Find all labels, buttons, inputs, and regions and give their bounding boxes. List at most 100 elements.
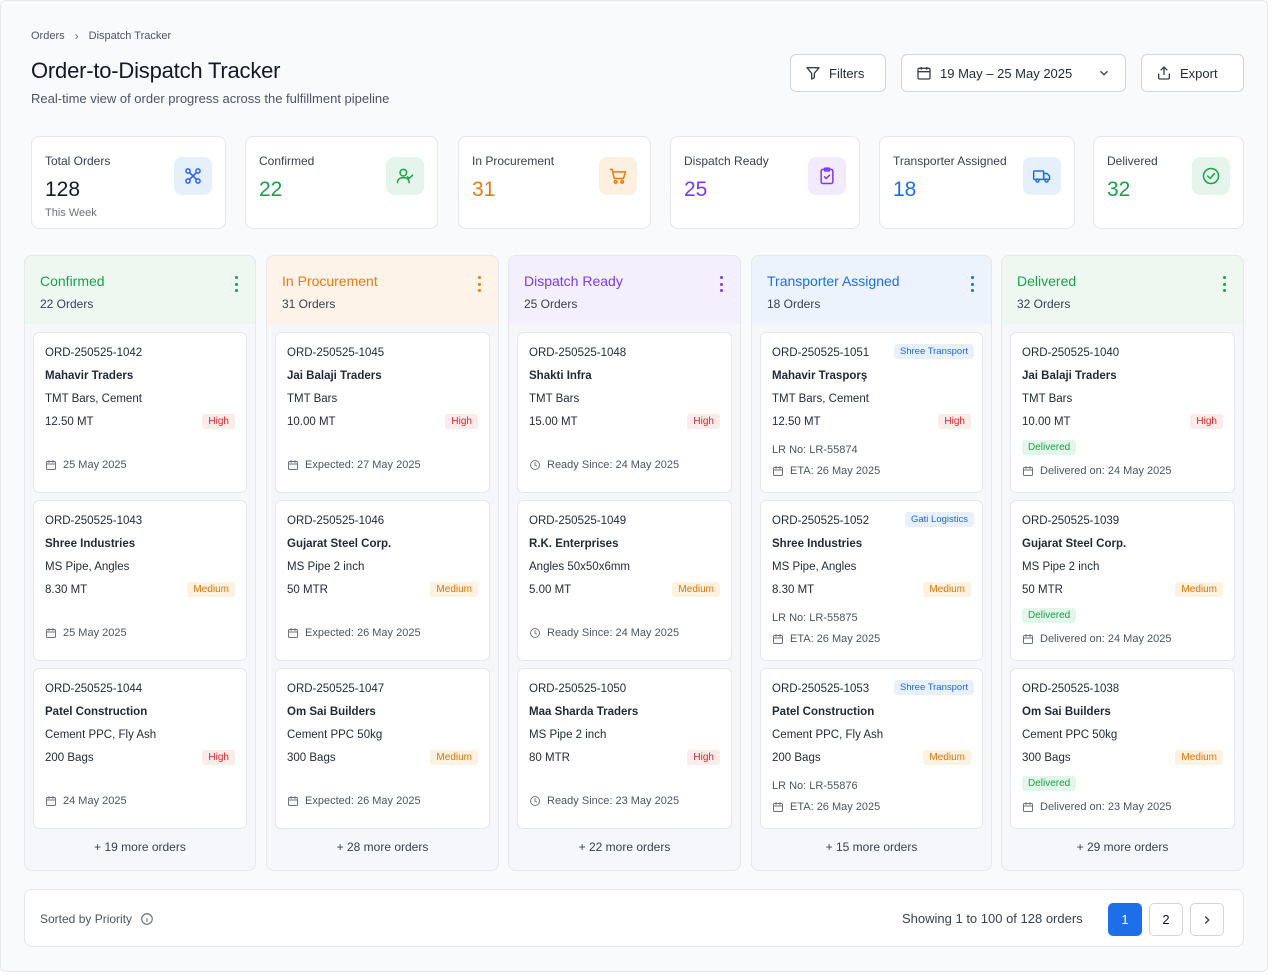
column-header: In Procurement 31 Orders xyxy=(267,256,498,324)
card-footer-text: Ready Since: 24 May 2025 xyxy=(547,627,680,639)
customer-name: Om Sai Builders xyxy=(287,706,376,718)
quantity: 8.30 MT xyxy=(772,584,815,596)
stat-value: 25 xyxy=(684,178,708,201)
card-footer-text: ETA: 26 May 2025 xyxy=(790,801,881,813)
more-orders-link[interactable]: + 15 more orders xyxy=(752,840,991,854)
stat-card-total-orders[interactable]: Total Orders 128 This Week xyxy=(31,136,226,229)
order-card[interactable]: ORD-250525-1053 Patel Construction Cement … xyxy=(760,668,983,829)
date-range-value: 19 May – 25 May 2025 xyxy=(940,65,1073,81)
more-vertical-icon[interactable] xyxy=(1221,276,1227,292)
priority-badge: High xyxy=(938,414,971,429)
product: MS Pipe 2 inch xyxy=(1022,561,1100,573)
stat-card-dispatch-ready[interactable]: Dispatch Ready 25 xyxy=(670,136,860,229)
column-title: Dispatch Ready xyxy=(524,273,623,289)
stat-label: Dispatch Ready xyxy=(684,154,769,168)
order-id: ORD-250525-1038 xyxy=(1022,683,1120,695)
card-footer: 25 May 2025 xyxy=(45,627,127,639)
stat-card-in-procurement[interactable]: In Procurement 31 xyxy=(458,136,651,229)
delivered-badge: Delivered xyxy=(1022,440,1077,455)
card-footer: Ready Since: 24 May 2025 xyxy=(529,627,679,639)
order-card[interactable]: ORD-250525-1045 Jai Balaji Traders TMT Bar… xyxy=(275,332,490,493)
card-footer-text: 24 May 2025 xyxy=(63,795,127,807)
order-card[interactable]: ORD-250525-1042 Mahavir Traders TMT Bars, … xyxy=(33,332,247,493)
export-label: Export xyxy=(1180,65,1218,81)
order-card[interactable]: ORD-250525-1043 Shree Industries MS Pipe, … xyxy=(33,500,247,661)
more-vertical-icon[interactable] xyxy=(233,276,239,292)
customer-name: Jai Balaji Traders xyxy=(1022,370,1117,382)
next-page-button[interactable] xyxy=(1190,903,1224,936)
export-button[interactable]: Export xyxy=(1141,54,1244,92)
card-footer: Delivered on: 24 May 2025 xyxy=(1022,633,1171,645)
chevron-down-icon xyxy=(1100,70,1108,76)
more-orders-link[interactable]: + 19 more orders xyxy=(25,840,255,854)
card-footer-text: ETA: 26 May 2025 xyxy=(790,465,881,477)
order-card[interactable]: ORD-250525-1039 Gujarat Steel Corp. MS Pip… xyxy=(1010,500,1235,661)
more-vertical-icon[interactable] xyxy=(476,276,482,292)
card-footer: Expected: 26 May 2025 xyxy=(287,627,421,639)
quantity: 80 MTR xyxy=(529,752,570,764)
more-orders-link[interactable]: + 29 more orders xyxy=(1002,840,1243,854)
order-card[interactable]: ORD-250525-1049 R.K. Enterprises Angles 50… xyxy=(517,500,732,661)
quantity: 50 MTR xyxy=(1022,584,1063,596)
card-footer: Expected: 26 May 2025 xyxy=(287,795,421,807)
product: Cement PPC 50kg xyxy=(1022,729,1118,741)
more-orders-link[interactable]: + 22 more orders xyxy=(509,840,740,854)
order-id: ORD-250525-1049 xyxy=(529,515,627,527)
order-card[interactable]: ORD-250525-1050 Maa Sharda Traders MS Pipe… xyxy=(517,668,732,829)
order-card[interactable]: ORD-250525-1038 Om Sai Builders Cement PPC… xyxy=(1010,668,1235,829)
priority-badge: Medium xyxy=(187,582,235,597)
order-card[interactable]: ORD-250525-1047 Om Sai Builders Cement PPC… xyxy=(275,668,490,829)
more-vertical-icon[interactable] xyxy=(969,276,975,292)
priority-badge: High xyxy=(687,414,720,429)
stat-card-delivered[interactable]: Delivered 32 xyxy=(1093,136,1244,229)
column-in-procurement: In Procurement 31 Orders ORD-250525-1045 Ja… xyxy=(266,255,499,871)
order-card[interactable]: ORD-250525-1051 Mahavir Trasporş TMT Bars,… xyxy=(760,332,983,493)
more-orders-link[interactable]: + 28 more orders xyxy=(267,840,498,854)
card-footer-text: ETA: 26 May 2025 xyxy=(790,633,881,645)
calendar-icon xyxy=(288,460,298,470)
stat-card-confirmed[interactable]: Confirmed 22 xyxy=(245,136,438,229)
page-2-button[interactable]: 2 xyxy=(1149,903,1183,936)
page-1-button[interactable]: 1 xyxy=(1108,903,1142,936)
filters-button[interactable]: Filters xyxy=(790,54,886,92)
customer-name: Shree Industries xyxy=(45,538,136,550)
stat-label: Total Orders xyxy=(45,154,111,168)
priority-badge: Medium xyxy=(1175,582,1223,597)
column-header: Confirmed 22 Orders xyxy=(25,256,255,324)
date-range-picker[interactable]: 19 May – 25 May 2025 xyxy=(901,54,1126,92)
export-icon xyxy=(1158,66,1170,80)
stat-card-transporter-assigned[interactable]: Transporter Assigned 18 xyxy=(879,136,1075,229)
column-count: 22 Orders xyxy=(40,297,94,311)
customer-name: Shree Industries xyxy=(772,538,863,550)
order-card[interactable]: ORD-250525-1048 Shakti Infra TMT Bars 15.00… xyxy=(517,332,732,493)
column-title: In Procurement xyxy=(282,273,378,289)
truck-icon xyxy=(1032,170,1051,183)
product: TMT Bars xyxy=(287,393,338,405)
quantity: 300 Bags xyxy=(1022,752,1071,764)
breadcrumb: Orders › Dispatch Tracker xyxy=(31,29,171,43)
order-id: ORD-250525-1039 xyxy=(1022,515,1120,527)
card-footer: Delivered on: 24 May 2025 xyxy=(1022,465,1171,477)
more-vertical-icon[interactable] xyxy=(718,276,724,292)
product: TMT Bars xyxy=(1022,393,1073,405)
info-icon[interactable] xyxy=(140,912,154,926)
priority-badge: Medium xyxy=(672,582,720,597)
stat-value: 31 xyxy=(472,178,496,201)
cart-icon xyxy=(609,168,627,184)
order-card[interactable]: ORD-250525-1046 Gujarat Steel Corp. MS Pip… xyxy=(275,500,490,661)
breadcrumb-orders[interactable]: Orders xyxy=(31,30,65,42)
pagination-bar: Sorted by Priority Showing 1 to 100 of 1… xyxy=(24,889,1244,947)
order-card[interactable]: ORD-250525-1040 Jai Balaji Traders TMT Bar… xyxy=(1010,332,1235,493)
chevron-right-icon xyxy=(1204,915,1210,924)
column-confirmed: Confirmed 22 Orders ORD-250525-1042 Mahavir… xyxy=(24,255,256,871)
priority-badge: High xyxy=(202,414,235,429)
card-footer-text: Delivered on: 24 May 2025 xyxy=(1040,465,1172,477)
order-card[interactable]: ORD-250525-1044 Patel Construction Cement … xyxy=(33,668,247,829)
order-card[interactable]: ORD-250525-1052 Shree Industries MS Pipe, … xyxy=(760,500,983,661)
calendar-icon xyxy=(773,466,783,476)
stat-value: 22 xyxy=(259,178,283,201)
product: MS Pipe, Angles xyxy=(772,561,857,573)
priority-badge: High xyxy=(445,414,478,429)
calendar-icon xyxy=(1023,802,1033,812)
card-footer-text: Delivered on: 23 May 2025 xyxy=(1040,801,1172,813)
